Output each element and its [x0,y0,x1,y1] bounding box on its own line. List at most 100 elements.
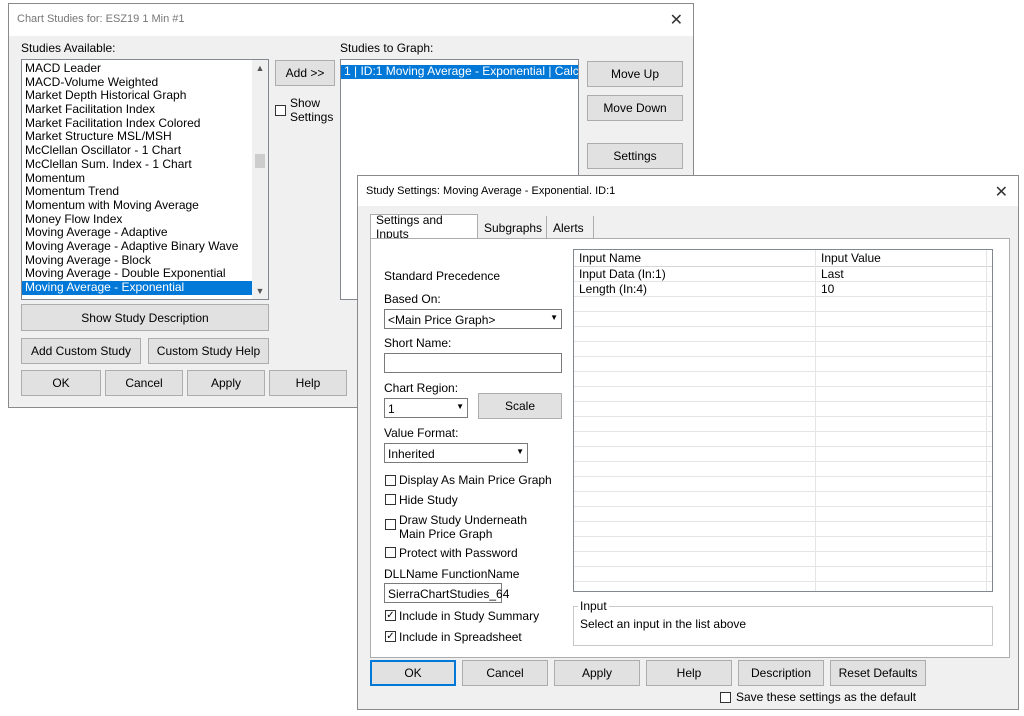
list-item[interactable]: Moving Average - Adaptive Binary Wave [22,239,252,254]
studies-available-list[interactable]: MACD Leader MACD-Volume Weighted Market De… [21,59,269,300]
grid-body: Input Data (In:1) Last Length (In:4) 10 [574,266,992,591]
draw-underneath-label: Draw Study Underneath Main Price Graph [399,513,528,541]
title-bar: Study Settings: Moving Average - Exponen… [358,176,1018,206]
list-item[interactable]: Moving Average - Block [22,253,252,268]
description-button[interactable]: Description [738,660,824,686]
save-default-checkbox[interactable] [720,692,731,703]
custom-study-help-button[interactable]: Custom Study Help [148,338,269,364]
reset-defaults-button[interactable]: Reset Defaults [830,660,926,686]
scale-button[interactable]: Scale [478,393,562,419]
based-on-label: Based On: [384,292,441,306]
move-up-button[interactable]: Move Up [587,61,683,87]
studies-list-scrollbar[interactable]: ▲ ▼ [252,60,268,299]
studies-to-graph-item[interactable]: 1 | ID:1 Moving Average - Exponential | … [341,64,578,79]
list-item[interactable]: McClellan Oscillator - 1 Chart [22,143,252,158]
list-item[interactable]: Moving Average - Exponential [22,280,252,295]
cancel-button[interactable]: Cancel [462,660,548,686]
close-icon[interactable]: ✕ [670,10,683,30]
input-name-cell: Input Data (In:1) [579,267,666,281]
show-settings-checkbox[interactable] [275,105,286,116]
table-row[interactable] [574,386,992,402]
standard-precedence-label: Standard Precedence [384,269,501,283]
include-spreadsheet-label: Include in Spreadsheet [399,630,522,644]
tab-alerts[interactable]: Alerts [548,216,594,240]
list-item[interactable]: Market Facilitation Index Colored [22,116,252,131]
add-custom-study-button[interactable]: Add Custom Study [21,338,141,364]
table-row[interactable] [574,341,992,357]
close-icon[interactable]: ✕ [995,182,1008,202]
show-study-description-button[interactable]: Show Study Description [21,304,269,331]
tab-settings-and-inputs[interactable]: Settings and Inputs [370,213,478,241]
list-item[interactable]: Moving Average - Double Exponential [22,267,252,281]
table-row[interactable] [574,491,992,507]
apply-button[interactable]: Apply [187,370,265,396]
dll-name-field[interactable]: SierraChartStudies_64 [384,583,509,603]
table-row[interactable] [574,431,992,447]
table-row[interactable] [574,461,992,477]
header-input-value: Input Value [821,251,881,265]
list-item[interactable]: MACD-Volume Weighted [22,75,252,90]
table-row[interactable] [574,536,992,552]
list-item[interactable]: Market Facilitation Index [22,102,252,117]
list-item[interactable]: McClellan Sum. Index - 1 Chart [22,157,252,172]
table-row[interactable] [574,506,992,522]
list-item[interactable]: Money Flow Index [22,212,252,227]
scroll-up-icon[interactable]: ▲ [252,60,268,76]
protect-password-label: Protect with Password [399,546,518,560]
based-on-select[interactable]: <Main Price Graph> ▼ [384,309,562,329]
table-row[interactable] [574,566,992,582]
help-button[interactable]: Help [269,370,347,396]
scroll-thumb[interactable] [255,154,265,168]
table-row[interactable] [574,311,992,327]
ok-button[interactable]: OK [370,660,456,686]
value-format-label: Value Format: [384,426,459,440]
scroll-down-icon[interactable]: ▼ [252,283,268,299]
table-row[interactable] [574,326,992,342]
settings-button[interactable]: Settings [587,143,683,169]
table-row[interactable]: Length (In:4) 10 [574,281,992,297]
list-item[interactable]: Momentum with Moving Average [22,198,252,213]
protect-password-checkbox[interactable] [385,547,396,558]
list-item[interactable]: MACD Leader [22,61,252,76]
table-row[interactable] [574,401,992,417]
ok-button[interactable]: OK [21,370,101,396]
list-item[interactable]: Market Structure MSL/MSH [22,130,252,144]
save-default-label: Save these settings as the default [736,690,917,704]
input-value-cell: 10 [821,282,835,296]
chevron-down-icon: ▼ [516,447,524,456]
list-item[interactable]: Moving Average - Adaptive [22,226,252,240]
show-settings-label: Show Settings [290,96,334,124]
move-down-button[interactable]: Move Down [587,95,683,121]
table-row[interactable] [574,371,992,387]
help-button[interactable]: Help [646,660,732,686]
study-settings-window: Study Settings: Moving Average - Exponen… [357,175,1019,710]
table-row[interactable] [574,476,992,492]
list-item[interactable]: Momentum [22,171,252,186]
list-item[interactable]: Market Depth Historical Graph [22,89,252,103]
tab-subgraphs[interactable]: Subgraphs [479,216,547,240]
add-study-button[interactable]: Add >> [275,60,335,86]
draw-underneath-checkbox[interactable] [385,519,396,530]
cancel-button[interactable]: Cancel [105,370,183,396]
table-row[interactable] [574,446,992,462]
value-format-select[interactable]: Inherited ▼ [384,443,528,463]
inputs-grid[interactable]: Input Name Input Value Input Data (In:1)… [573,249,993,592]
list-item[interactable]: Momentum Trend [22,184,252,199]
table-row[interactable] [574,356,992,372]
include-spreadsheet-checkbox[interactable]: ✓ [385,631,396,642]
hide-study-checkbox[interactable] [385,494,396,505]
include-summary-label: Include in Study Summary [399,609,540,623]
apply-button[interactable]: Apply [554,660,640,686]
hide-study-label: Hide Study [399,493,458,507]
table-row[interactable] [574,551,992,567]
input-hint: Select an input in the list above [580,617,747,631]
include-summary-checkbox[interactable]: ✓ [385,610,396,621]
display-main-checkbox[interactable] [385,475,396,486]
short-name-field[interactable] [384,353,562,373]
table-row[interactable]: Input Data (In:1) Last [574,266,992,282]
table-row[interactable] [574,416,992,432]
table-row[interactable] [574,296,992,312]
chart-region-select[interactable]: 1 ▼ [384,398,468,418]
table-row[interactable] [574,521,992,537]
title-bar: Chart Studies for: ESZ19 1 Min #1 ✕ [9,4,693,36]
